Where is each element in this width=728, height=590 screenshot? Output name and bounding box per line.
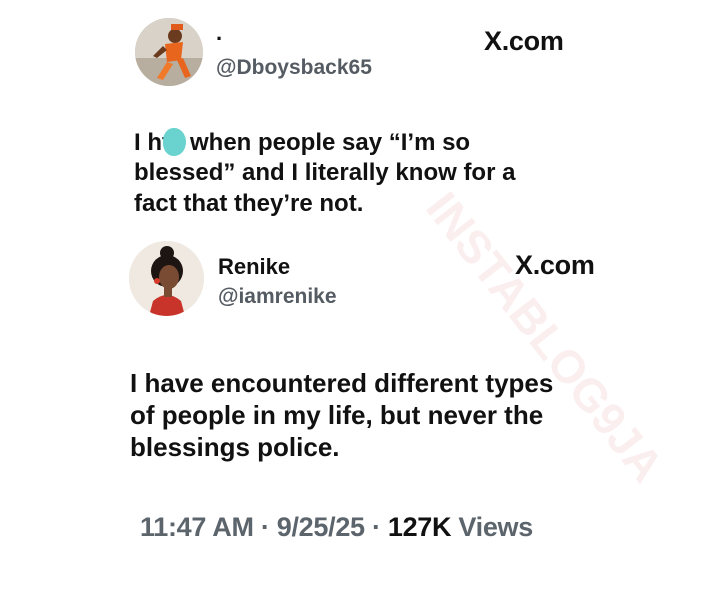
separator-dot: · (371, 512, 381, 542)
avatar-dboysback65[interactable] (135, 18, 203, 86)
tweet-text-line: I have encountered different types (130, 368, 554, 398)
brand-label-1: X.com (484, 26, 564, 56)
handle-2[interactable]: @iamrenike (218, 285, 337, 309)
quoted-tweet-text: I hte when people say “I’m so blessed” a… (134, 128, 574, 219)
tweet-text-line: blessed” and I literally know for a (134, 159, 516, 187)
tweet-meta: 11:47 AM · 9/25/25 · 127K Views (140, 512, 533, 543)
tweet-text-fragment: I h (134, 129, 162, 156)
tweet-text-line: blessings police. (130, 431, 340, 462)
avatar-renike[interactable] (129, 241, 204, 316)
tweet-date[interactable]: 9/25/25 (277, 512, 365, 542)
handle-1[interactable]: @Dboysback65 (216, 56, 372, 80)
tweet-text-line: fact that they’re not. (134, 189, 364, 217)
tweet-text-line: I hte when people say “I’m so (134, 128, 574, 158)
brand-label-2: X.com (515, 250, 595, 280)
display-name-2[interactable]: Renike (218, 254, 290, 280)
reply-tweet-text: I have encountered different types of pe… (130, 368, 650, 464)
views-count[interactable]: 127K (388, 512, 452, 542)
display-name-1[interactable]: . (216, 20, 222, 46)
views-label: Views (458, 512, 533, 542)
separator-dot: · (260, 512, 270, 542)
tweet-time[interactable]: 11:47 AM (140, 512, 254, 542)
tweet-text-line: of people in my life, but never the (130, 399, 544, 430)
redaction-blot (163, 128, 186, 156)
tweet-text-fragment: te when people say “I’m so (162, 129, 471, 156)
avatar-portrait-icon (129, 241, 204, 316)
avatar-figure-icon (135, 18, 203, 86)
